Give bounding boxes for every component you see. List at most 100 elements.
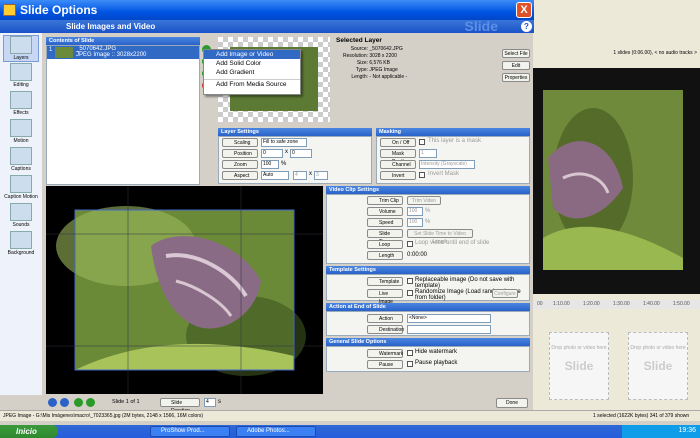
loop-button[interactable]: Loop [367, 240, 403, 249]
sidebar-item-editing[interactable]: Editing [3, 63, 39, 88]
start-button[interactable]: Inicio [0, 425, 58, 438]
sidebar-item-caption-motion[interactable]: Caption Motion [3, 175, 39, 200]
window-title: Slide Options [20, 3, 98, 17]
destination-button[interactable]: Destination [367, 325, 404, 334]
pause-checkbox[interactable] [407, 361, 413, 367]
scaling-button[interactable]: Scaling [222, 138, 258, 147]
slide-slot[interactable]: Drop photo or video here Slide [628, 332, 688, 400]
captions-icon [10, 147, 32, 165]
background-icon [10, 231, 32, 249]
select-file-button[interactable]: Select File [502, 49, 530, 58]
channel-button[interactable]: Channel [380, 160, 416, 169]
play-icon[interactable] [60, 398, 69, 407]
field-length: Length: - Not applicable - [336, 73, 496, 82]
slide-duration-input[interactable]: 4 [204, 398, 216, 407]
channel-select[interactable]: Intensity (Grayscale) [419, 160, 475, 169]
layer-index: 1 [49, 47, 53, 53]
mask-text: This layer is a mask [428, 138, 482, 144]
drop-hint: Drop photo or video here [630, 345, 686, 351]
done-button[interactable]: Done [496, 398, 528, 408]
help-icon[interactable]: ? [521, 21, 532, 32]
zoom-button[interactable]: Zoom [222, 160, 258, 169]
slide-preview[interactable] [46, 186, 323, 394]
aspect-x-input[interactable]: 4 [293, 171, 307, 180]
layer-settings-panel: Scaling Fill to safe zone Position 0 x 0… [218, 136, 372, 184]
speed-button[interactable]: Speed [367, 218, 403, 227]
position-button[interactable]: Position [222, 149, 258, 158]
sidebar-item-effects[interactable]: Effects [3, 91, 39, 116]
speed-input[interactable]: 100 [407, 218, 423, 227]
slide-duration-button[interactable]: Slide Duration [160, 398, 200, 414]
back-icon[interactable] [74, 398, 83, 407]
sidebar-item-motion[interactable]: Motion [3, 119, 39, 144]
sidebar-item-background[interactable]: Background [3, 231, 39, 256]
edit-button[interactable]: Edit [502, 61, 530, 70]
set-slide-time-button[interactable]: Set Slide Time to Video Length [407, 229, 473, 245]
menu-item-add-solid-color[interactable]: Add Solid Color [204, 59, 300, 68]
sidebar-item-label: Caption Motion [4, 194, 38, 200]
configure-button[interactable]: Configure [492, 289, 518, 298]
template-title: Template Settings [326, 266, 530, 274]
layer-thumb [55, 47, 73, 58]
trim-video-button[interactable]: Trim Video [407, 196, 441, 205]
close-button[interactable]: X [516, 2, 532, 18]
sidebar-item-captions[interactable]: Captions [3, 147, 39, 172]
timeline-ruler[interactable]: 00 1:10.00 1:20.00 1:30.00 1:40.00 1:50.… [533, 300, 700, 309]
loop-checkbox[interactable] [407, 241, 413, 247]
slide-slot[interactable]: Drop photo or video here Slide [549, 332, 609, 400]
layers-list[interactable]: 1 _5070642.JPG JPEG Image :: 3028x2200 [46, 45, 200, 185]
invert-button[interactable]: Invert [380, 171, 416, 180]
loop-text: Loop video until end of slide [415, 240, 490, 246]
zoom-unit: % [281, 161, 287, 167]
scaling-select[interactable]: Fill to safe zone [261, 138, 307, 147]
aspect-button[interactable]: Aspect [222, 171, 258, 180]
layer-item[interactable]: 1 _5070642.JPG JPEG Image :: 3028x2200 [47, 46, 199, 59]
volume-button[interactable]: Volume [367, 207, 403, 216]
separator-x: x [285, 149, 288, 155]
template-button[interactable]: Template [367, 277, 403, 286]
mask-depth-input[interactable]: 1 [419, 149, 437, 158]
prev-icon[interactable] [48, 398, 57, 407]
taskbar-item-photoshop[interactable]: Adobe Photos... [236, 426, 316, 437]
position-y-input[interactable]: 0 [290, 149, 312, 158]
position-x-input[interactable]: 0 [261, 149, 283, 158]
action-select[interactable]: <None> [407, 314, 491, 323]
destination-input[interactable] [407, 325, 491, 334]
menu-item-add-gradient[interactable]: Add Gradient [204, 68, 300, 77]
action-end-title: Action at End of Slide [326, 303, 530, 311]
live-image-button[interactable]: Live Image [367, 289, 403, 305]
replaceable-checkbox[interactable] [407, 278, 413, 284]
aspect-select[interactable]: Auto [261, 171, 289, 180]
action-button[interactable]: Action [367, 314, 403, 323]
ruler-tick: 1:50.00 [673, 301, 690, 307]
sidebar-item-sounds[interactable]: Sounds [3, 203, 39, 228]
watermark-button[interactable]: Watermark [367, 349, 403, 358]
hide-watermark-checkbox[interactable] [407, 350, 413, 356]
volume-input[interactable]: 100 [407, 207, 423, 216]
replaceable-text: Replaceable image (Do not save with temp… [415, 277, 515, 289]
mask-depth-button[interactable]: Mask Depth [380, 149, 416, 165]
trim-clip-button[interactable]: Trim Clip [367, 196, 403, 205]
pause-button[interactable]: Pause [367, 360, 403, 369]
contents-title: Contents of Slide [46, 37, 200, 45]
invert-checkbox[interactable] [419, 172, 425, 178]
drop-hint: Drop photo or video here [551, 345, 607, 351]
aspect-y-input[interactable]: 3 [314, 171, 328, 180]
mask-onoff-button[interactable]: On / Off [380, 138, 416, 147]
forward-icon[interactable] [86, 398, 95, 407]
taskbar-item-proshow[interactable]: ProShow Prod... [150, 426, 230, 437]
menu-item-add-from-media[interactable]: Add From Media Source [204, 79, 300, 88]
length-value: 0:00:00 [407, 252, 428, 258]
mask-checkbox[interactable] [419, 139, 425, 145]
zoom-input[interactable]: 100 [261, 160, 279, 169]
properties-button[interactable]: Properties [502, 73, 530, 82]
randomize-checkbox[interactable] [407, 290, 413, 296]
slot-watermark: Slide [564, 359, 594, 373]
duration-unit: s [218, 399, 221, 405]
template-panel: Template Replaceable image (Do not save … [326, 274, 530, 305]
caption-motion-icon [10, 175, 32, 193]
sidebar-item-layers[interactable]: Layers [3, 35, 39, 62]
length-button[interactable]: Length [367, 251, 403, 260]
menu-item-add-image[interactable]: Add Image or Video [204, 50, 300, 59]
slide-time-button[interactable]: Slide Time [367, 229, 403, 245]
